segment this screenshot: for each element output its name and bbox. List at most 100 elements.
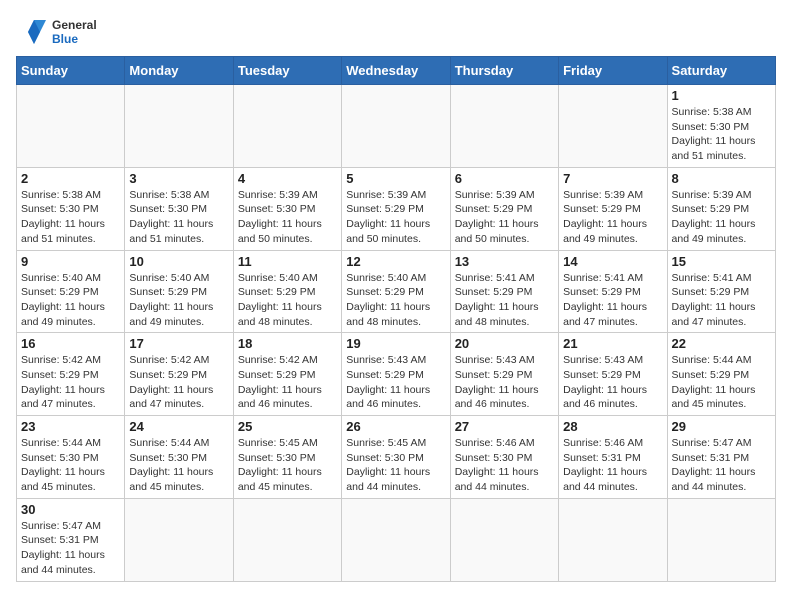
calendar-day-cell: 17Sunrise: 5:42 AM Sunset: 5:29 PM Dayli… bbox=[125, 333, 233, 416]
calendar-day-cell: 25Sunrise: 5:45 AM Sunset: 5:30 PM Dayli… bbox=[233, 416, 341, 499]
calendar-day-cell: 16 Sunrise: 5:42 AM Sunset: 5:29 PM Dayli… bbox=[17, 333, 125, 416]
day-number: 26 bbox=[346, 419, 445, 434]
day-info: Sunrise: 5:38 AM Sunset: 5:30 PM Dayligh… bbox=[672, 105, 771, 164]
calendar-day-cell: 30Sunrise: 5:47 AM Sunset: 5:31 PM Dayli… bbox=[17, 498, 125, 581]
day-info: Sunrise: 5:39 AM Sunset: 5:29 PM Dayligh… bbox=[455, 188, 554, 247]
day-info: Sunrise: 5:46 AM Sunset: 5:31 PM Dayligh… bbox=[563, 436, 662, 495]
day-info: Sunrise: 5:42 AM Sunset: 5:29 PM Dayligh… bbox=[129, 353, 228, 412]
calendar-day-cell: 26 Sunrise: 5:45 AM Sunset: 5:30 PM Dayli… bbox=[342, 416, 450, 499]
calendar-table: SundayMondayTuesdayWednesdayThursdayFrid… bbox=[16, 56, 776, 582]
calendar-day-cell: 22 Sunrise: 5:44 AM Sunset: 5:29 PM Dayli… bbox=[667, 333, 775, 416]
day-number: 9 bbox=[21, 254, 120, 269]
calendar-day-cell bbox=[450, 85, 558, 168]
calendar-week-row: 1 Sunrise: 5:38 AM Sunset: 5:30 PM Daylig… bbox=[17, 85, 776, 168]
calendar-day-cell: 4 Sunrise: 5:39 AM Sunset: 5:30 PM Daylig… bbox=[233, 167, 341, 250]
calendar-day-cell: 2 Sunrise: 5:38 AM Sunset: 5:30 PM Daylig… bbox=[17, 167, 125, 250]
day-info: Sunrise: 5:38 AM Sunset: 5:30 PM Dayligh… bbox=[21, 188, 120, 247]
calendar-day-cell: 1 Sunrise: 5:38 AM Sunset: 5:30 PM Daylig… bbox=[667, 85, 775, 168]
weekday-header-friday: Friday bbox=[559, 57, 667, 85]
logo-blue-text: Blue bbox=[52, 32, 97, 46]
day-number: 8 bbox=[672, 171, 771, 186]
day-number: 4 bbox=[238, 171, 337, 186]
day-number: 6 bbox=[455, 171, 554, 186]
day-number: 1 bbox=[672, 88, 771, 103]
calendar-day-cell: 12Sunrise: 5:40 AM Sunset: 5:29 PM Dayli… bbox=[342, 250, 450, 333]
calendar-day-cell bbox=[125, 85, 233, 168]
calendar-week-row: 9 Sunrise: 5:40 AM Sunset: 5:29 PM Daylig… bbox=[17, 250, 776, 333]
day-number: 5 bbox=[346, 171, 445, 186]
day-number: 16 bbox=[21, 336, 120, 351]
calendar-day-cell: 11 Sunrise: 5:40 AM Sunset: 5:29 PM Dayli… bbox=[233, 250, 341, 333]
day-number: 29 bbox=[672, 419, 771, 434]
calendar-day-cell: 6 Sunrise: 5:39 AM Sunset: 5:29 PM Daylig… bbox=[450, 167, 558, 250]
day-info: Sunrise: 5:39 AM Sunset: 5:29 PM Dayligh… bbox=[672, 188, 771, 247]
day-info: Sunrise: 5:39 AM Sunset: 5:29 PM Dayligh… bbox=[346, 188, 445, 247]
day-number: 21 bbox=[563, 336, 662, 351]
calendar-day-cell bbox=[342, 498, 450, 581]
day-info: Sunrise: 5:39 AM Sunset: 5:30 PM Dayligh… bbox=[238, 188, 337, 247]
calendar-day-cell bbox=[559, 85, 667, 168]
day-info: Sunrise: 5:42 AM Sunset: 5:29 PM Dayligh… bbox=[21, 353, 120, 412]
calendar-week-row: 23 Sunrise: 5:44 AM Sunset: 5:30 PM Dayli… bbox=[17, 416, 776, 499]
calendar-day-cell bbox=[233, 498, 341, 581]
day-number: 12 bbox=[346, 254, 445, 269]
calendar-day-cell bbox=[342, 85, 450, 168]
calendar-week-row: 16 Sunrise: 5:42 AM Sunset: 5:29 PM Dayli… bbox=[17, 333, 776, 416]
calendar-day-cell: 20 Sunrise: 5:43 AM Sunset: 5:29 PM Dayli… bbox=[450, 333, 558, 416]
day-info: Sunrise: 5:44 AM Sunset: 5:30 PM Dayligh… bbox=[129, 436, 228, 495]
calendar-week-row: 30Sunrise: 5:47 AM Sunset: 5:31 PM Dayli… bbox=[17, 498, 776, 581]
day-info: Sunrise: 5:44 AM Sunset: 5:30 PM Dayligh… bbox=[21, 436, 120, 495]
weekday-header-thursday: Thursday bbox=[450, 57, 558, 85]
calendar-day-cell: 10Sunrise: 5:40 AM Sunset: 5:29 PM Dayli… bbox=[125, 250, 233, 333]
calendar-day-cell: 24Sunrise: 5:44 AM Sunset: 5:30 PM Dayli… bbox=[125, 416, 233, 499]
day-info: Sunrise: 5:40 AM Sunset: 5:29 PM Dayligh… bbox=[238, 271, 337, 330]
day-number: 20 bbox=[455, 336, 554, 351]
day-number: 2 bbox=[21, 171, 120, 186]
logo-general-text: General bbox=[52, 18, 97, 32]
weekday-header-monday: Monday bbox=[125, 57, 233, 85]
calendar-day-cell: 18Sunrise: 5:42 AM Sunset: 5:29 PM Dayli… bbox=[233, 333, 341, 416]
day-info: Sunrise: 5:41 AM Sunset: 5:29 PM Dayligh… bbox=[455, 271, 554, 330]
page-header: General Blue bbox=[16, 16, 776, 48]
day-info: Sunrise: 5:44 AM Sunset: 5:29 PM Dayligh… bbox=[672, 353, 771, 412]
calendar-week-row: 2 Sunrise: 5:38 AM Sunset: 5:30 PM Daylig… bbox=[17, 167, 776, 250]
calendar-day-cell: 14 Sunrise: 5:41 AM Sunset: 5:29 PM Dayli… bbox=[559, 250, 667, 333]
day-number: 14 bbox=[563, 254, 662, 269]
calendar-day-cell: 9Sunrise: 5:40 AM Sunset: 5:29 PM Daylig… bbox=[17, 250, 125, 333]
calendar-day-cell bbox=[559, 498, 667, 581]
day-number: 18 bbox=[238, 336, 337, 351]
calendar-day-cell: 29Sunrise: 5:47 AM Sunset: 5:31 PM Dayli… bbox=[667, 416, 775, 499]
calendar-day-cell bbox=[125, 498, 233, 581]
day-number: 22 bbox=[672, 336, 771, 351]
calendar-day-cell: 23 Sunrise: 5:44 AM Sunset: 5:30 PM Dayli… bbox=[17, 416, 125, 499]
day-info: Sunrise: 5:43 AM Sunset: 5:29 PM Dayligh… bbox=[455, 353, 554, 412]
calendar-day-cell: 5 Sunrise: 5:39 AM Sunset: 5:29 PM Daylig… bbox=[342, 167, 450, 250]
weekday-header-saturday: Saturday bbox=[667, 57, 775, 85]
day-info: Sunrise: 5:43 AM Sunset: 5:29 PM Dayligh… bbox=[346, 353, 445, 412]
calendar-day-cell bbox=[17, 85, 125, 168]
calendar-day-cell: 13 Sunrise: 5:41 AM Sunset: 5:29 PM Dayli… bbox=[450, 250, 558, 333]
day-number: 13 bbox=[455, 254, 554, 269]
calendar-day-cell: 28Sunrise: 5:46 AM Sunset: 5:31 PM Dayli… bbox=[559, 416, 667, 499]
day-info: Sunrise: 5:41 AM Sunset: 5:29 PM Dayligh… bbox=[563, 271, 662, 330]
calendar-day-cell bbox=[667, 498, 775, 581]
day-number: 23 bbox=[21, 419, 120, 434]
day-number: 7 bbox=[563, 171, 662, 186]
day-number: 15 bbox=[672, 254, 771, 269]
day-number: 3 bbox=[129, 171, 228, 186]
calendar-day-cell bbox=[233, 85, 341, 168]
logo: General Blue bbox=[16, 16, 97, 48]
calendar-day-cell: 15Sunrise: 5:41 AM Sunset: 5:29 PM Dayli… bbox=[667, 250, 775, 333]
day-info: Sunrise: 5:38 AM Sunset: 5:30 PM Dayligh… bbox=[129, 188, 228, 247]
weekday-header-sunday: Sunday bbox=[17, 57, 125, 85]
day-info: Sunrise: 5:45 AM Sunset: 5:30 PM Dayligh… bbox=[346, 436, 445, 495]
day-number: 27 bbox=[455, 419, 554, 434]
calendar-day-cell: 21Sunrise: 5:43 AM Sunset: 5:29 PM Dayli… bbox=[559, 333, 667, 416]
calendar-day-cell: 27Sunrise: 5:46 AM Sunset: 5:30 PM Dayli… bbox=[450, 416, 558, 499]
day-number: 30 bbox=[21, 502, 120, 517]
calendar-day-cell: 7 Sunrise: 5:39 AM Sunset: 5:29 PM Daylig… bbox=[559, 167, 667, 250]
weekday-header-wednesday: Wednesday bbox=[342, 57, 450, 85]
day-number: 25 bbox=[238, 419, 337, 434]
day-number: 11 bbox=[238, 254, 337, 269]
day-info: Sunrise: 5:39 AM Sunset: 5:29 PM Dayligh… bbox=[563, 188, 662, 247]
